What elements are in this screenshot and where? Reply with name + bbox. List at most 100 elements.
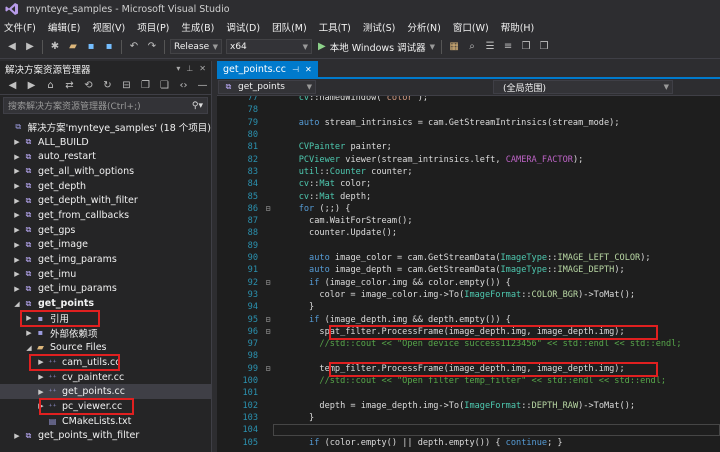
expand-arrow-icon[interactable]: ▶ [12,270,22,278]
project-item[interactable]: ▶ ⧉ get_img_params [0,252,211,267]
fold-toggle-icon[interactable]: ⊟ [262,204,274,213]
home-icon[interactable]: ⌂ [44,78,57,92]
project-scope-select[interactable]: ⧉ get_points ▼ [218,80,316,94]
show-all-files-icon[interactable]: ❏ [158,78,171,92]
menu-item[interactable]: 编辑(E) [48,20,80,34]
code-area[interactable]: 77 cv::namedWindow("color"); 78 79 auto st… [217,96,720,452]
expand-arrow-icon[interactable]: ▶ [12,197,22,205]
menu-item[interactable]: 测试(S) [363,20,395,34]
platform-select[interactable]: x64 ▼ [226,39,312,54]
fold-toggle-icon[interactable]: ⊟ [262,278,274,287]
pin-icon[interactable]: ⊥ [186,64,193,73]
open-folder-icon[interactable]: ▰ [66,40,80,54]
expand-arrow-icon[interactable]: ◢ [12,300,22,308]
menu-item[interactable]: 窗口(W) [453,20,489,34]
project-item[interactable]: ▶ ⧉ auto_restart [0,149,211,164]
line-number: 86 [247,203,258,214]
source-files-folder[interactable]: ◢ ▰ Source Files [0,340,211,355]
project-item[interactable]: ▶ ⧉ get_from_callbacks [0,208,211,223]
expand-arrow-icon[interactable]: ◢ [24,344,34,352]
save-icon[interactable]: ▪ [84,40,98,54]
project-item[interactable]: ▶ ⧉ get_points_with_filter [0,428,211,443]
project-item-active[interactable]: ◢ ⧉ get_points [0,296,211,311]
project-item[interactable]: ▶ ⧉ ALL_BUILD [0,135,211,150]
source-file-item[interactable]: ▶ ⁺⁺ get_points.cc [0,384,211,400]
configuration-select[interactable]: Release ▼ [170,39,222,54]
project-item[interactable]: ▶ ⧉ get_image [0,238,211,253]
new-project-icon[interactable]: ✱ [48,40,62,54]
menu-item[interactable]: 团队(M) [272,20,307,34]
menu-item[interactable]: 视图(V) [92,20,125,34]
expand-arrow-icon[interactable]: ▶ [12,167,22,175]
fold-toggle-icon[interactable]: ⊟ [262,315,274,324]
close-icon[interactable]: ✕ [305,65,312,74]
close-icon[interactable]: ✕ [199,64,206,73]
code-text: if (image_depth.img && depth.empty()) { [309,314,511,325]
project-item[interactable]: ▶ ⧉ get_depth_with_filter [0,193,211,208]
expand-arrow-icon[interactable]: ▶ [12,153,22,161]
project-item[interactable]: ▶ ⧉ get_imu_params [0,282,211,297]
properties-icon[interactable]: — [196,78,209,92]
menu-item[interactable]: 分析(N) [407,20,441,34]
project-item[interactable]: ▶ ⧉ get_depth [0,179,211,194]
pin-icon[interactable]: ⊣ [292,65,299,74]
expand-arrow-icon[interactable]: ▶ [24,329,34,337]
global-scope-select[interactable]: (全局范围) ▼ [493,80,673,94]
code-text: cv::namedWindow("color"); [298,96,429,104]
expand-arrow-icon[interactable]: ▶ [12,241,22,249]
save-all-icon[interactable]: ▪ [102,40,116,54]
solution-tree: ⧉ 解决方案'mynteye_samples' (18 个项目) ▶ ⧉ ALL_BUI… [0,120,211,443]
bookmark-next-icon[interactable]: ❒ [537,40,551,54]
search-icon: ⚲▾ [191,100,203,111]
fold-toggle-icon[interactable]: ⊟ [262,364,274,373]
dropdown-icon[interactable]: ▾ [176,64,180,73]
copy-icon[interactable]: ❐ [139,78,152,92]
code-view-icon[interactable]: ‹› [177,78,190,92]
expand-arrow-icon[interactable]: ▶ [36,373,46,381]
source-file-item[interactable]: ▶ ⁺⁺ cv_painter.cc [0,370,211,385]
bookmark-icon[interactable]: ❒ [519,40,533,54]
back-icon[interactable]: ◀ [5,40,19,54]
menu-item[interactable]: 生成(B) [181,20,214,34]
debug-options-icon[interactable]: ▦ [447,40,461,54]
project-item[interactable]: ▶ ⧉ get_all_with_options [0,164,211,179]
forward-icon[interactable]: ▶ [23,40,37,54]
expand-arrow-icon[interactable]: ▶ [12,226,22,234]
project-item-label: get_from_callbacks [38,209,130,221]
refresh-icon[interactable]: ↻ [101,78,114,92]
tab-get-points[interactable]: get_points.cc ⊣ ✕ [217,61,318,77]
external-dependencies-node[interactable]: ▶ ▪ 外部依赖项 [0,326,211,341]
forward-icon[interactable]: ▶ [25,78,38,92]
code-text: auto image_color = cam.GetStreamData(Ima… [309,253,651,264]
redo-icon[interactable]: ↷ [145,40,159,54]
back-icon[interactable]: ◀ [6,78,19,92]
expand-arrow-icon[interactable]: ▶ [36,388,46,396]
collapse-all-icon[interactable]: ⊟ [120,78,133,92]
expand-arrow-icon[interactable]: ▶ [12,285,22,293]
expand-arrow-icon[interactable]: ▶ [12,211,22,219]
expand-arrow-icon[interactable]: ▶ [12,138,22,146]
fold-toggle-icon[interactable]: ⊟ [262,327,274,336]
undo-icon[interactable]: ↶ [127,40,141,54]
start-debugger-button[interactable]: ▶ 本地 Windows 调试器 ▼ [318,40,435,54]
menu-item[interactable]: 调试(D) [226,20,260,34]
expand-arrow-icon[interactable]: ▶ [12,432,22,440]
menu-item[interactable]: 帮助(H) [501,20,535,34]
solution-node[interactable]: ⧉ 解决方案'mynteye_samples' (18 个项目) [0,120,211,135]
pending-changes-icon[interactable]: ⟲ [82,78,95,92]
expand-arrow-icon[interactable]: ▶ [12,256,22,264]
sync-icon[interactable]: ⇄ [63,78,76,92]
expand-arrow-icon[interactable]: ▶ [12,182,22,190]
indent-icon[interactable]: ☰ [483,40,497,54]
cmake-file[interactable]: ▤ CMakeLists.txt [0,414,211,429]
menu-item[interactable]: 工具(T) [319,20,351,34]
tab-label: get_points.cc [223,63,286,75]
menu-item[interactable]: 项目(P) [137,20,169,34]
code-line: 89 [217,240,720,252]
comment-icon[interactable]: ≡ [501,40,515,54]
menu-item[interactable]: 文件(F) [4,20,36,34]
project-item[interactable]: ▶ ⧉ get_gps [0,223,211,238]
project-item[interactable]: ▶ ⧉ get_imu [0,267,211,282]
explorer-search-input[interactable]: 搜索解决方案资源管理器(Ctrl+;) ⚲▾ [3,97,208,114]
find-icon[interactable]: ⌕ [465,40,479,54]
